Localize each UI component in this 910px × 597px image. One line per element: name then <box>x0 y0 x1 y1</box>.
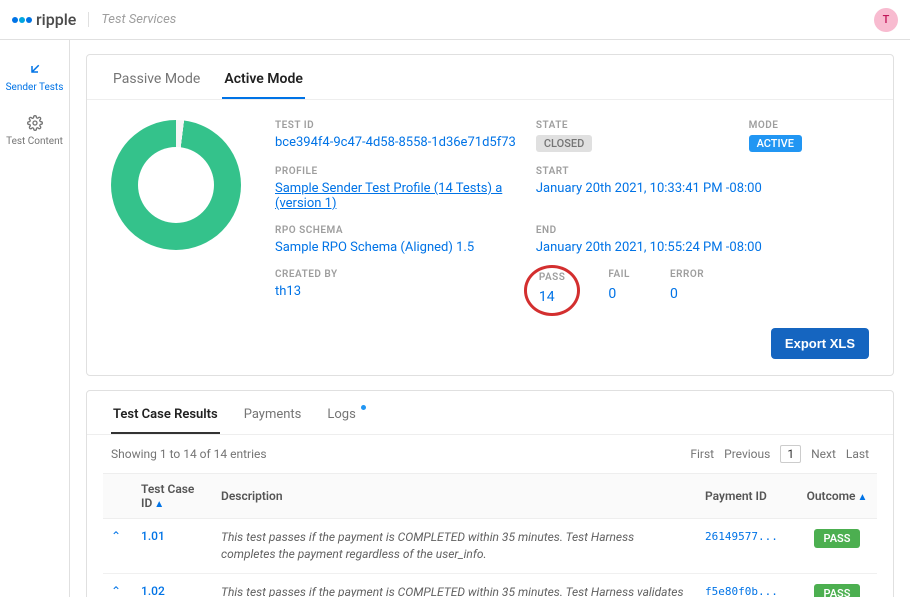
summary-card: Passive Mode Active Mode TEST ID bce394f… <box>86 54 894 376</box>
profile-link[interactable]: Sample Sender Test Profile (14 Tests) a … <box>275 181 502 211</box>
brand[interactable]: ripple <box>12 10 76 29</box>
pass-fail-donut-chart <box>111 120 241 250</box>
ripple-logo-icon <box>12 17 32 23</box>
sidebar-item-label: Test Content <box>6 136 63 148</box>
tab-payments[interactable]: Payments <box>242 401 304 434</box>
state-badge: CLOSED <box>536 135 592 152</box>
pager: First Previous 1 Next Last <box>690 445 869 463</box>
sidebar-item-label: Sender Tests <box>6 82 64 94</box>
pager-current-page[interactable]: 1 <box>780 445 801 463</box>
value-test-id[interactable]: bce394f4-9c47-4d58-8558-1d36e71d5f73 <box>275 135 516 150</box>
label-created-by: CREATED BY <box>275 269 516 280</box>
outcome-badge: PASS <box>814 584 861 597</box>
sidebar: Sender Tests Test Content <box>0 40 70 597</box>
payment-id-link[interactable]: 26149577... <box>705 530 778 543</box>
stat-pass: PASS 14 <box>539 272 566 305</box>
value-rpo-schema[interactable]: Sample RPO Schema (Aligned) 1.5 <box>275 240 516 255</box>
fail-count: 0 <box>608 286 630 302</box>
test-case-description: This test passes if the payment is COMPL… <box>221 584 689 597</box>
pass-highlight-circle: PASS 14 <box>524 265 581 316</box>
label-start: START <box>536 166 869 177</box>
topbar: ripple Test Services T <box>0 0 910 40</box>
expand-row-icon[interactable]: ⌃ <box>111 584 121 597</box>
page-subtitle: Test Services <box>88 12 176 27</box>
th-description[interactable]: Description <box>213 474 697 519</box>
th-payment-id[interactable]: Payment ID <box>697 474 797 519</box>
export-xls-button[interactable]: Export XLS <box>771 328 869 359</box>
pager-last[interactable]: Last <box>846 447 869 461</box>
pager-previous[interactable]: Previous <box>724 447 770 461</box>
value-end: January 20th 2021, 10:55:24 PM -08:00 <box>536 240 869 255</box>
test-case-id[interactable]: 1.01 <box>141 529 165 543</box>
brand-text: ripple <box>36 10 76 29</box>
th-test-case-id[interactable]: Test Case ID▲ <box>133 474 213 519</box>
sidebar-item-sender-tests[interactable]: Sender Tests <box>0 50 69 104</box>
test-case-id[interactable]: 1.02 <box>141 584 165 597</box>
test-case-description: This test passes if the payment is COMPL… <box>221 529 689 563</box>
error-count: 0 <box>670 286 704 302</box>
arrow-in-icon <box>26 60 44 78</box>
label-rpo-schema: RPO SCHEMA <box>275 225 516 236</box>
sort-asc-icon: ▲ <box>154 499 164 510</box>
pager-next[interactable]: Next <box>811 447 836 461</box>
label-state: STATE <box>536 120 729 131</box>
table-row: ⌃ 1.02 This test passes if the payment is … <box>103 573 877 597</box>
results-card: Test Case Results Payments Logs Showing … <box>86 390 894 597</box>
expand-row-icon[interactable]: ⌃ <box>111 529 121 543</box>
avatar[interactable]: T <box>874 8 898 32</box>
gear-icon <box>26 114 44 132</box>
label-test-id: TEST ID <box>275 120 516 131</box>
pager-first[interactable]: First <box>690 447 714 461</box>
tab-logs[interactable]: Logs <box>325 401 357 434</box>
sort-asc-icon: ▲ <box>858 492 868 503</box>
showing-entries: Showing 1 to 14 of 14 entries <box>111 447 267 461</box>
label-end: END <box>536 225 869 236</box>
results-table: Test Case ID▲ Description Payment ID Out… <box>103 473 877 597</box>
tab-active-mode[interactable]: Active Mode <box>222 65 305 99</box>
value-created-by[interactable]: th13 <box>275 284 516 299</box>
stat-fail: FAIL 0 <box>608 269 630 308</box>
stat-error: ERROR 0 <box>670 269 704 308</box>
payment-id-link[interactable]: f5e80f0b... <box>705 585 778 597</box>
mode-badge: ACTIVE <box>749 135 802 152</box>
label-mode: MODE <box>749 120 869 131</box>
table-row: ⌃ 1.01 This test passes if the payment is … <box>103 519 877 574</box>
value-start: January 20th 2021, 10:33:41 PM -08:00 <box>536 181 869 196</box>
tab-test-case-results[interactable]: Test Case Results <box>111 401 220 434</box>
pass-count: 14 <box>539 289 566 305</box>
th-outcome[interactable]: Outcome▲ <box>797 474 877 519</box>
outcome-badge: PASS <box>814 529 861 548</box>
label-profile: PROFILE <box>275 166 516 177</box>
tab-passive-mode[interactable]: Passive Mode <box>111 65 202 99</box>
sidebar-item-test-content[interactable]: Test Content <box>0 104 69 158</box>
